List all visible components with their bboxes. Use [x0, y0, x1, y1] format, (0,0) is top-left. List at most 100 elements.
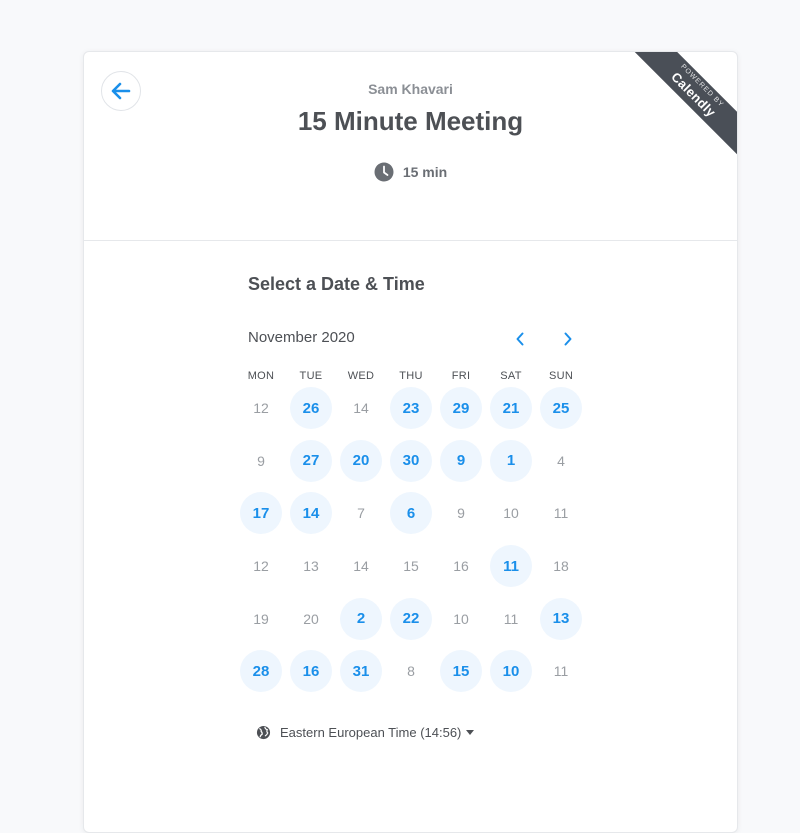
weekday-label: THU: [399, 370, 423, 382]
date-number: 14: [290, 492, 332, 535]
unavailable-date-cell: 12: [236, 545, 286, 587]
divider: [84, 240, 737, 241]
date-number: 19: [253, 610, 269, 627]
calendar-week-row: 17 14 7 6 9 10 11: [236, 487, 586, 540]
calendar-week-row: 12 26 14 23 29 21 25: [236, 382, 586, 435]
unavailable-date-cell: 10: [486, 492, 536, 534]
unavailable-date-cell: 20: [286, 598, 336, 640]
date-number: 9: [440, 439, 482, 482]
available-date-cell[interactable]: 27: [286, 439, 336, 482]
weekday-label: SUN: [548, 370, 574, 382]
available-date-cell[interactable]: 1: [486, 439, 536, 482]
date-number: 28: [240, 650, 282, 693]
date-number: 9: [257, 452, 265, 469]
date-number: 11: [553, 663, 569, 680]
date-number: 11: [503, 610, 519, 627]
unavailable-date-cell: 12: [236, 387, 286, 429]
date-number: 11: [490, 545, 532, 588]
date-number: 12: [253, 558, 269, 575]
date-number: 25: [540, 387, 582, 430]
available-date-cell[interactable]: 2: [336, 597, 386, 640]
weekday-label: SAT: [500, 370, 522, 382]
available-date-cell[interactable]: 17: [236, 492, 286, 535]
weekday-label: FRI: [451, 370, 471, 382]
weekday-label: TUE: [299, 370, 323, 382]
chevron-left-icon: [516, 332, 524, 346]
unavailable-date-cell: 11: [536, 650, 586, 692]
timezone-label: Eastern European Time (14:56): [280, 725, 462, 740]
unavailable-date-cell: 16: [436, 545, 486, 587]
date-number: 13: [540, 597, 582, 640]
unavailable-date-cell: 8: [386, 650, 436, 692]
available-date-cell[interactable]: 10: [486, 650, 536, 693]
date-number: 18: [553, 558, 569, 575]
unavailable-date-cell: 13: [286, 545, 336, 587]
unavailable-date-cell: 10: [436, 598, 486, 640]
previous-month-button[interactable]: [510, 329, 530, 349]
available-date-cell[interactable]: 30: [386, 439, 436, 482]
date-number: 14: [353, 400, 369, 417]
calendar-grid: MON TUE WED THU FRI SAT SUN 12 26 14 23 29 21 25 9 27 2…: [236, 370, 586, 698]
available-date-cell[interactable]: 22: [386, 597, 436, 640]
date-number: 12: [253, 400, 269, 417]
available-date-cell[interactable]: 21: [486, 387, 536, 430]
date-number: 21: [490, 387, 532, 430]
available-date-cell[interactable]: 23: [386, 387, 436, 430]
date-number: 15: [440, 650, 482, 693]
date-number: 10: [453, 610, 469, 627]
unavailable-date-cell: 14: [336, 545, 386, 587]
date-number: 8: [407, 663, 415, 680]
timezone-selector[interactable]: Eastern European Time (14:56): [256, 725, 475, 740]
globe-icon: [256, 725, 271, 740]
date-number: 26: [290, 387, 332, 430]
date-number: 9: [457, 505, 465, 522]
date-number: 14: [353, 558, 369, 575]
duration-label: 15 min: [402, 164, 448, 180]
available-date-cell[interactable]: 25: [536, 387, 586, 430]
month-label: November 2020: [248, 329, 355, 346]
available-date-cell[interactable]: 28: [236, 650, 286, 693]
available-date-cell[interactable]: 9: [436, 439, 486, 482]
date-number: 20: [303, 610, 319, 627]
available-date-cell[interactable]: 31: [336, 650, 386, 693]
available-date-cell[interactable]: 6: [386, 492, 436, 535]
unavailable-date-cell: 18: [536, 545, 586, 587]
date-number: 23: [390, 387, 432, 430]
available-date-cell[interactable]: 11: [486, 545, 536, 588]
date-number: 7: [357, 505, 365, 522]
unavailable-date-cell: 19: [236, 598, 286, 640]
date-number: 13: [303, 558, 319, 575]
unavailable-date-cell: 4: [536, 440, 586, 482]
date-number: 2: [340, 597, 382, 640]
date-number: 6: [390, 492, 432, 535]
clock-icon: [374, 162, 394, 182]
date-number: 29: [440, 387, 482, 430]
calendar-weeks: 12 26 14 23 29 21 25 9 27 20 30 9 1 4 17 14 7 6 9 10 11 12 13 1…: [236, 382, 586, 698]
date-number: 10: [503, 505, 519, 522]
unavailable-date-cell: 14: [336, 387, 386, 429]
section-title: Select a Date & Time: [248, 274, 425, 294]
date-number: 4: [557, 452, 565, 469]
date-number: 1: [490, 439, 532, 482]
date-number: 31: [340, 650, 382, 693]
event-title: 15 Minute Meeting: [297, 106, 524, 136]
available-date-cell[interactable]: 16: [286, 650, 336, 693]
next-month-button[interactable]: [558, 329, 578, 349]
weekday-label: WED: [347, 370, 375, 382]
unavailable-date-cell: 9: [436, 492, 486, 534]
calendar-week-row: 28 16 31 8 15 10 11: [236, 645, 586, 698]
date-number: 17: [240, 492, 282, 535]
available-date-cell[interactable]: 15: [436, 650, 486, 693]
host-name: Sam Khavari: [368, 81, 453, 97]
date-number: 30: [390, 439, 432, 482]
available-date-cell[interactable]: 13: [536, 597, 586, 640]
weekday-label: MON: [247, 370, 275, 382]
available-date-cell[interactable]: 14: [286, 492, 336, 535]
date-number: 16: [290, 650, 332, 693]
available-date-cell[interactable]: 29: [436, 387, 486, 430]
caret-down-icon: [466, 730, 475, 735]
available-date-cell[interactable]: 20: [336, 439, 386, 482]
booking-card: POWERED BY Calendly Sam Khavari 15 Minut…: [83, 51, 738, 833]
date-number: 27: [290, 439, 332, 482]
available-date-cell[interactable]: 26: [286, 387, 336, 430]
